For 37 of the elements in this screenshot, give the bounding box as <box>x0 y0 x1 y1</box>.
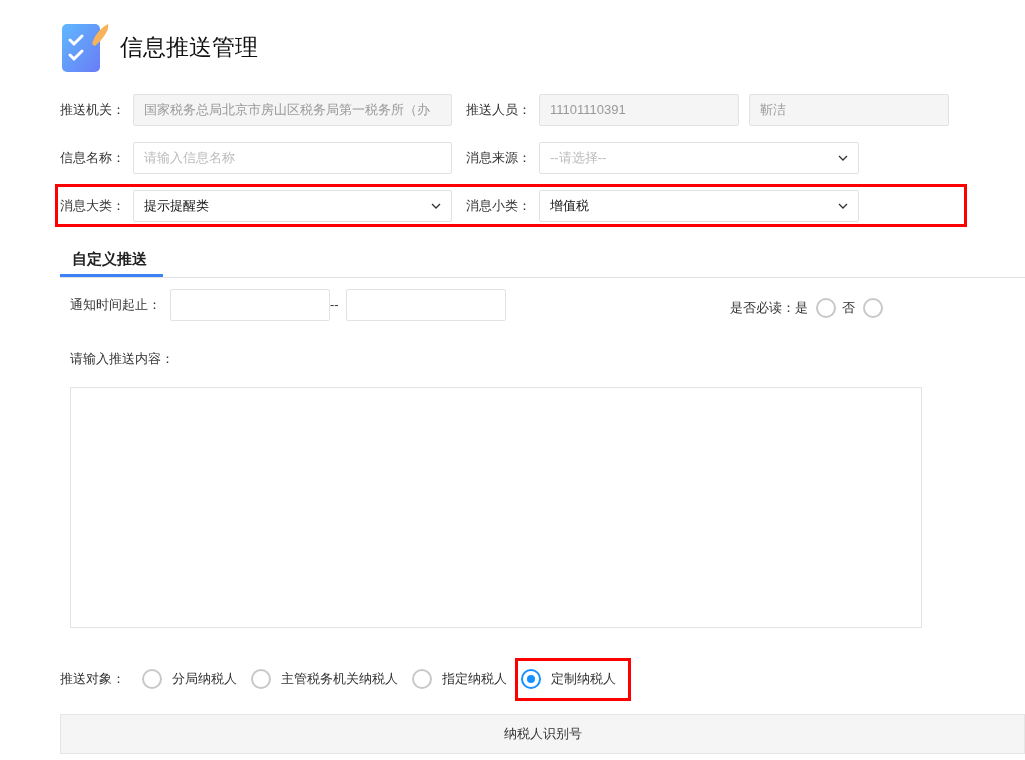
range-separator: -- <box>330 296 340 315</box>
radio-label: 指定纳税人 <box>442 670 507 689</box>
chevron-down-icon <box>838 155 848 161</box>
field-label: 推送人员： <box>466 101 532 120</box>
date-field[interactable] <box>346 289 506 321</box>
field-label: 请输入推送内容： <box>70 350 175 368</box>
radio-button[interactable] <box>251 669 271 689</box>
radio-button[interactable] <box>142 669 162 689</box>
tab[interactable]: 自定义推送 <box>60 244 163 277</box>
radio-button[interactable] <box>863 298 883 318</box>
page-title: 信息推送管理 <box>120 32 258 62</box>
field-label: 推送对象： <box>60 670 126 689</box>
chevron-down-icon <box>431 203 441 209</box>
field-label: 通知时间起止： <box>70 296 162 315</box>
radio-label: 分局纳税人 <box>172 670 237 689</box>
text-area[interactable] <box>70 386 922 628</box>
radio-button[interactable] <box>816 298 836 318</box>
field-label: 消息小类： <box>466 197 532 216</box>
readonly-field: 靳洁 <box>749 94 949 126</box>
radio-button[interactable] <box>521 669 541 689</box>
field-label: 是否必读： <box>730 299 795 318</box>
checklist-pen-icon <box>62 22 110 72</box>
field-label: 推送机关： <box>60 101 126 120</box>
field-label: 信息名称： <box>60 149 126 168</box>
field-label: 消息大类： <box>60 197 126 216</box>
date-field[interactable] <box>170 289 330 321</box>
select-field[interactable]: 提示提醒类 <box>133 190 452 222</box>
radio-label: 定制纳税人 <box>551 670 616 689</box>
chevron-down-icon <box>838 203 848 209</box>
select-field[interactable]: 增值税 <box>539 190 859 222</box>
radio-button[interactable] <box>412 669 432 689</box>
radio-label: 是 <box>795 299 808 318</box>
readonly-field: 11101110391 <box>539 94 739 126</box>
radio-label: 主管税务机关纳税人 <box>281 670 398 689</box>
column-header: 纳税人识别号 <box>502 724 583 743</box>
radio-label: 否 <box>842 299 855 318</box>
field-label: 消息来源： <box>466 149 532 168</box>
